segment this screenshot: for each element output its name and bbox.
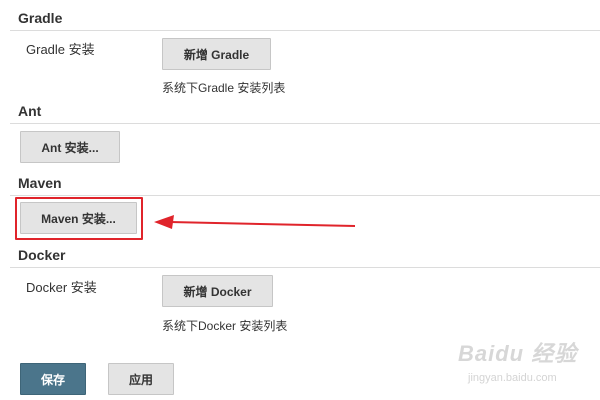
- gradle-install-hint: 系统下Gradle 安装列表: [162, 81, 286, 95]
- docker-install-label: Docker 安装: [26, 280, 97, 295]
- highlight-box: [15, 197, 143, 240]
- add-docker-button[interactable]: 新增 Docker: [162, 275, 273, 307]
- apply-button[interactable]: 应用: [108, 363, 174, 395]
- arrow-head-icon: [154, 215, 174, 229]
- section-title-ant: Ant: [18, 103, 42, 119]
- watermark-url: jingyan.baidu.com: [468, 372, 557, 384]
- section-divider: [10, 195, 600, 196]
- section-divider: [10, 30, 600, 31]
- section-divider: [10, 267, 600, 268]
- section-title-docker: Docker: [18, 247, 66, 263]
- gradle-install-label: Gradle 安装: [26, 42, 95, 57]
- section-title-gradle: Gradle: [18, 10, 63, 26]
- add-gradle-button[interactable]: 新增 Gradle: [162, 38, 271, 70]
- ant-install-button[interactable]: Ant 安装...: [20, 131, 120, 163]
- save-button[interactable]: 保存: [20, 363, 86, 395]
- annotation-arrow: [154, 215, 356, 229]
- watermark-logo: Baidu 经验: [458, 341, 578, 366]
- section-title-maven: Maven: [18, 175, 62, 191]
- docker-install-hint: 系统下Docker 安装列表: [162, 319, 288, 333]
- baidu-watermark: Baidu 经验 jingyan.baidu.com: [458, 336, 598, 388]
- arrow-shaft: [169, 221, 356, 227]
- section-divider: [10, 123, 600, 124]
